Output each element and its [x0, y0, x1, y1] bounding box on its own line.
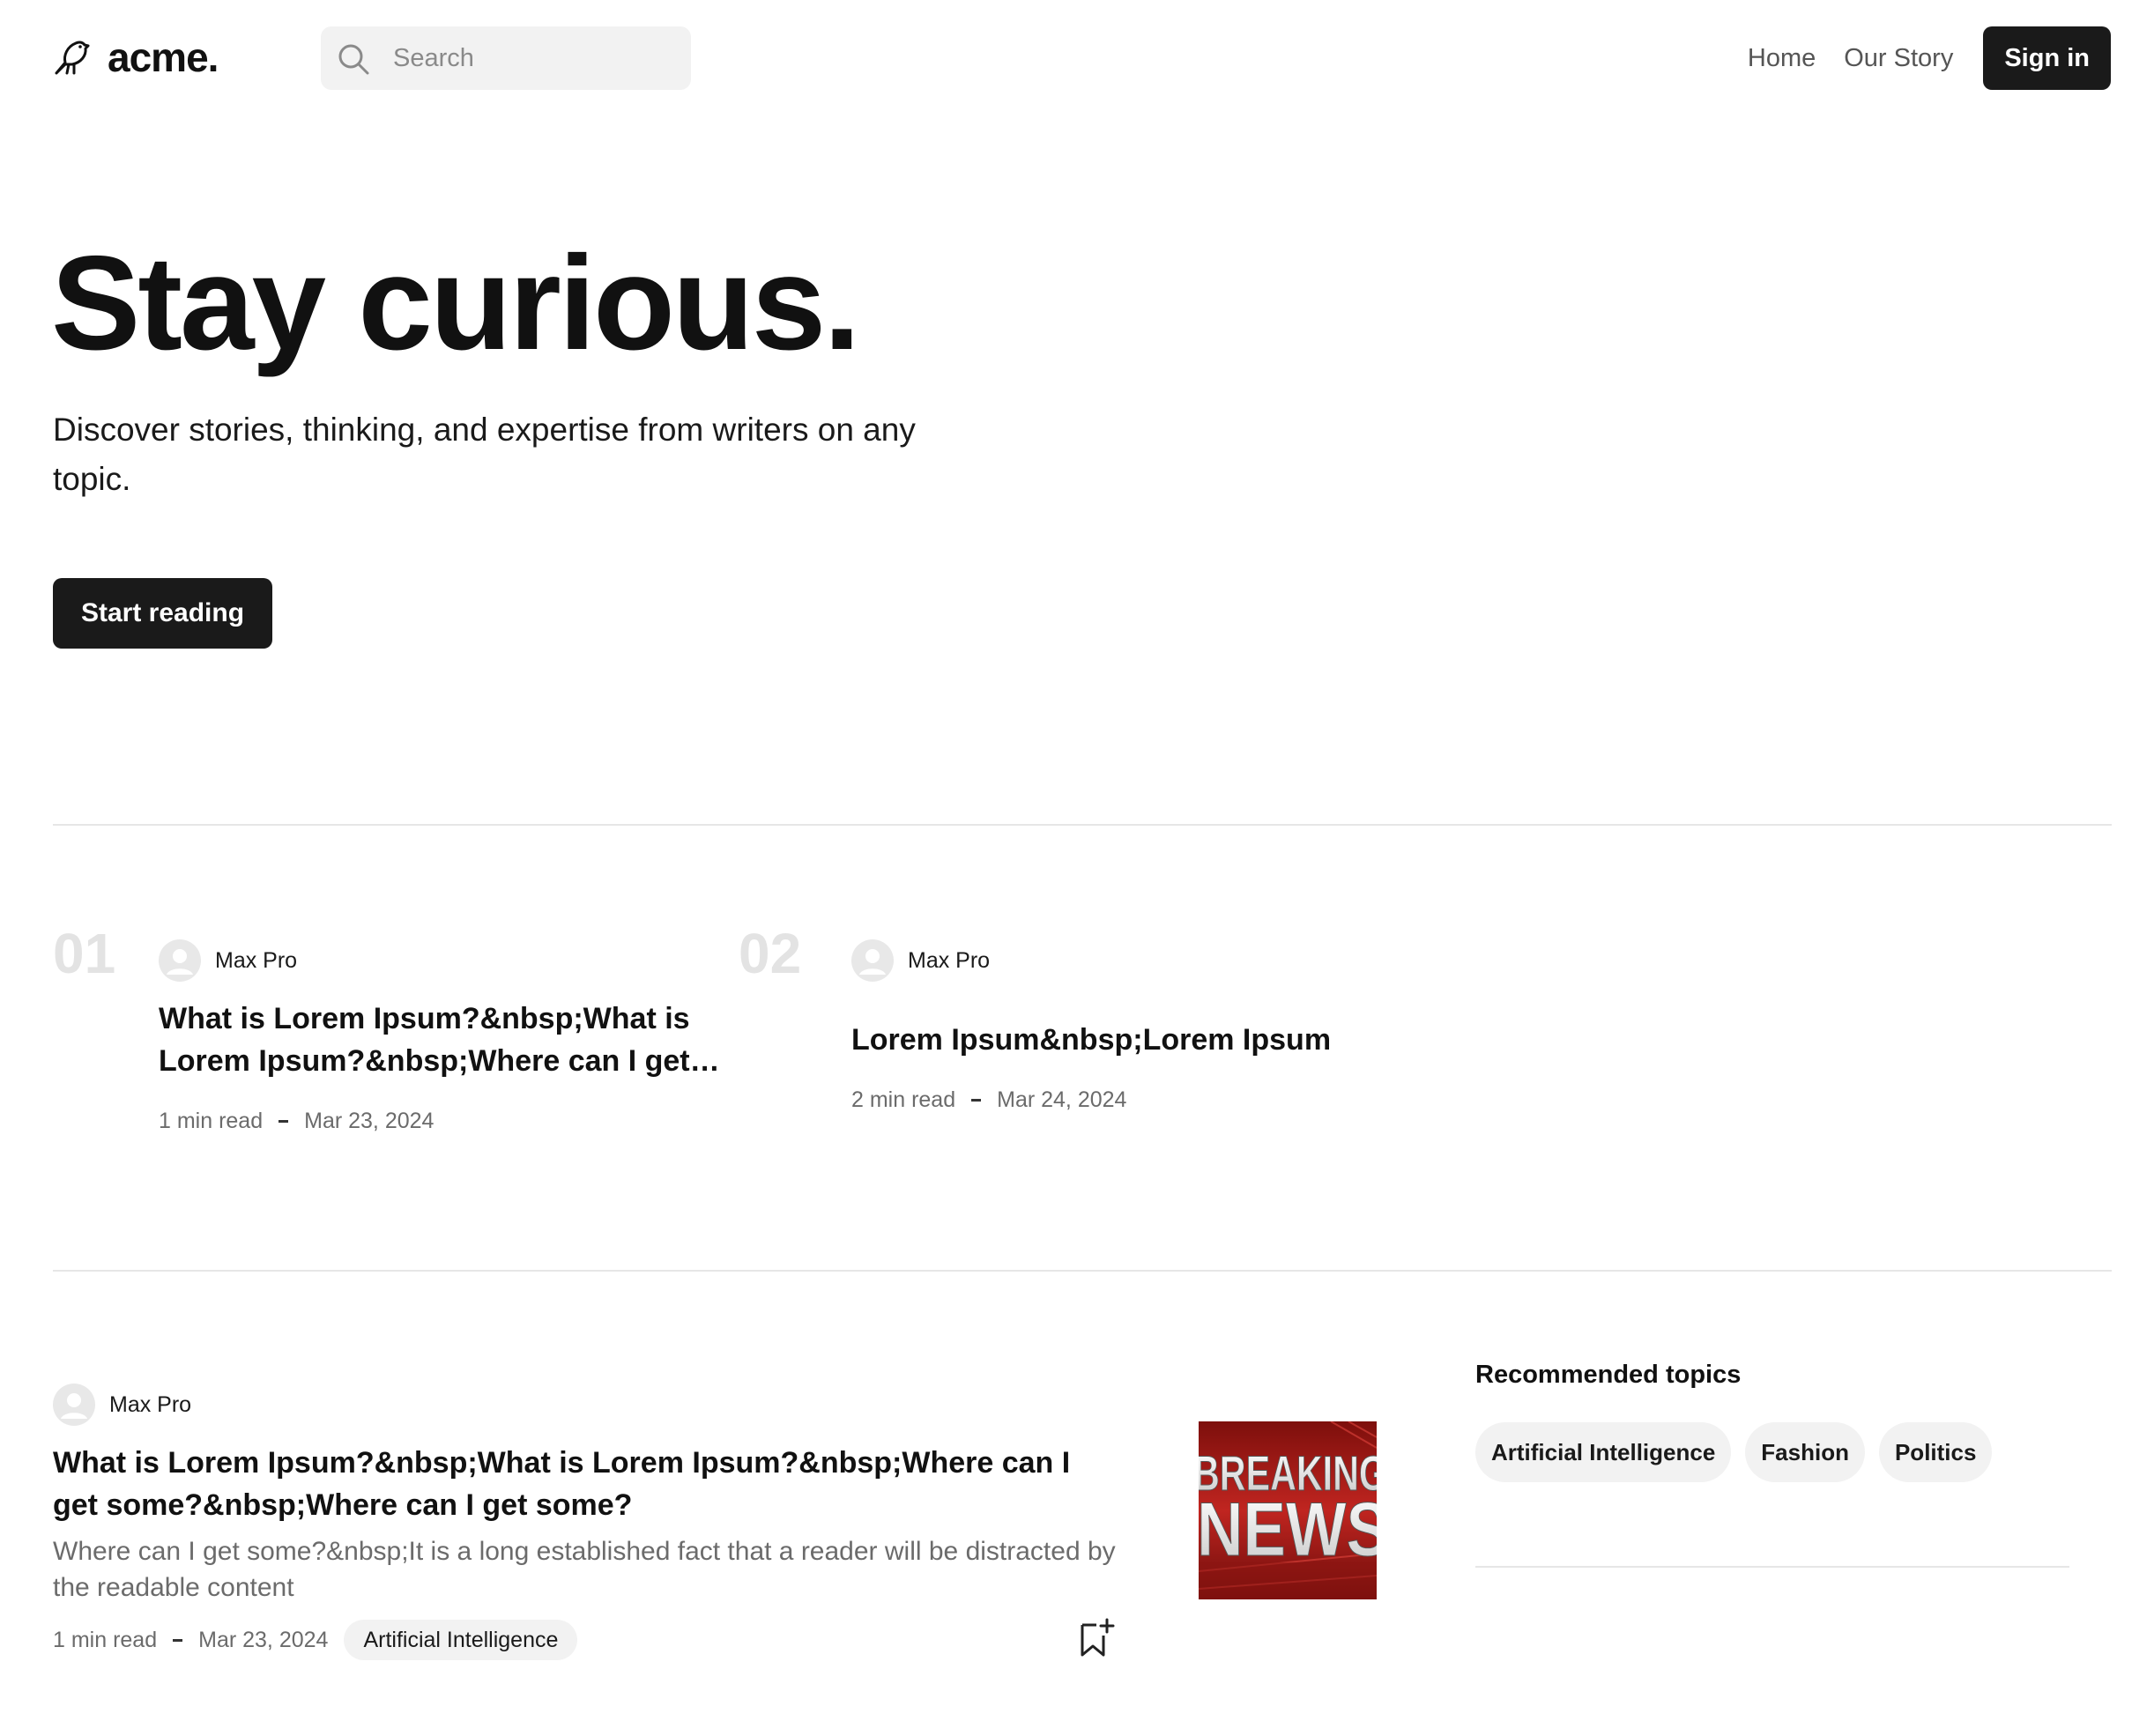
hero-title: Stay curious.: [51, 228, 861, 378]
article-title[interactable]: What is Lorem Ipsum?&nbsp;What is Lorem …: [53, 1442, 1119, 1526]
publish-date: Mar 23, 2024: [198, 1627, 329, 1652]
top-nav-bar: acme. Home Our Story Sign in: [0, 0, 2154, 116]
feed-article: Max Pro What is Lorem Ipsum?&nbsp;What i…: [53, 1384, 1119, 1660]
trending-rank: 01: [53, 922, 116, 985]
meta-separator: [279, 1120, 289, 1123]
search-icon: [338, 44, 369, 75]
author-row[interactable]: Max Pro: [53, 1384, 1119, 1426]
hero-subtitle: Discover stories, thinking, and expertis…: [53, 412, 916, 497]
start-reading-button[interactable]: Start reading: [53, 578, 273, 649]
trending-rank: 02: [739, 922, 802, 985]
brand-name: acme.: [108, 34, 219, 80]
nav-link-home[interactable]: Home: [1748, 44, 1816, 73]
topic-pill[interactable]: Artificial Intelligence: [1475, 1422, 1732, 1482]
topic-list: Artificial Intelligence Fashion Politics: [1475, 1422, 2006, 1482]
article-meta: 1 min read Mar 23, 2024: [159, 1109, 740, 1134]
search-box[interactable]: [321, 26, 691, 90]
thumbnail-text-line2: NEWS: [1199, 1487, 1377, 1572]
author-name: Max Pro: [215, 947, 298, 973]
search-input[interactable]: [391, 39, 673, 78]
article-meta: 2 min read Mar 24, 2024: [851, 1087, 1415, 1113]
article-thumbnail[interactable]: BREAKING NEWS: [1199, 1421, 1377, 1599]
sign-in-button[interactable]: Sign in: [1983, 26, 2111, 90]
author-row[interactable]: Max Pro: [851, 939, 1415, 982]
author-row[interactable]: Max Pro: [159, 939, 740, 982]
author-name: Max Pro: [908, 947, 991, 973]
meta-separator: [971, 1099, 982, 1102]
trending-article-title[interactable]: Lorem Ipsum&nbsp;Lorem Ipsum: [851, 1019, 1415, 1061]
trending-article-title[interactable]: What is Lorem Ipsum?&nbsp;What is Lorem …: [159, 998, 740, 1082]
sidebar-divider: [1475, 1566, 2069, 1568]
read-time: 2 min read: [851, 1087, 956, 1112]
nav-link-our-story[interactable]: Our Story: [1844, 44, 1953, 73]
topic-pill[interactable]: Politics: [1878, 1422, 1993, 1482]
section-divider: [53, 824, 2112, 826]
main-nav: Home Our Story Sign in: [1748, 26, 2111, 90]
publish-date: Mar 23, 2024: [304, 1109, 435, 1133]
meta-separator: [173, 1638, 183, 1642]
user-avatar-icon: [53, 1384, 95, 1426]
brand-logo[interactable]: acme.: [53, 33, 219, 81]
publish-date: Mar 24, 2024: [997, 1087, 1127, 1112]
topic-pill[interactable]: Fashion: [1745, 1422, 1865, 1482]
bookmark-add-icon[interactable]: [1077, 1616, 1116, 1658]
user-avatar-icon: [159, 939, 201, 982]
bird-icon: [55, 41, 90, 75]
article-meta: 1 min read Mar 23, 2024 Artificial Intel…: [53, 1620, 578, 1660]
author-name: Max Pro: [109, 1391, 192, 1417]
section-divider: [53, 1270, 2112, 1272]
user-avatar-icon: [851, 939, 894, 982]
read-time: 1 min read: [53, 1627, 158, 1652]
breaking-news-image: BREAKING NEWS: [1199, 1421, 1377, 1599]
article-excerpt: Where can I get some?&nbsp;It is a long …: [53, 1537, 1116, 1602]
article-tag[interactable]: Artificial Intelligence: [344, 1620, 578, 1660]
recommended-topics-title: Recommended topics: [1475, 1361, 1742, 1389]
read-time: 1 min read: [159, 1109, 264, 1133]
